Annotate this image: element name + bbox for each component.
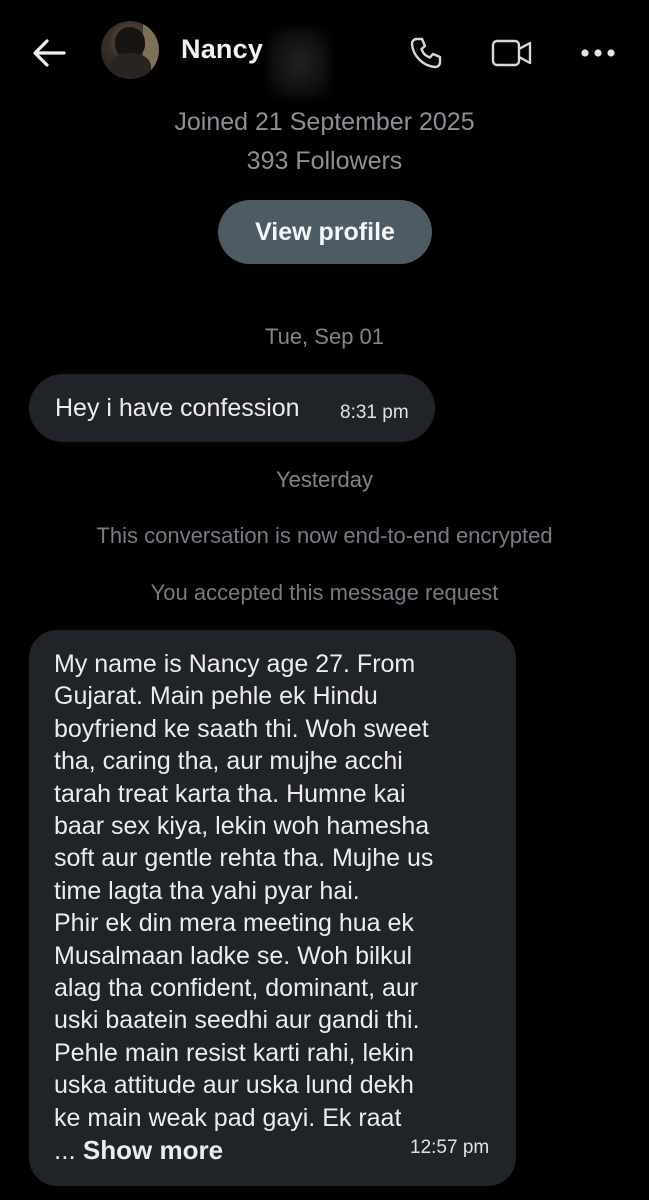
video-call-button[interactable] xyxy=(489,30,535,76)
encryption-notice: This conversation is now end-to-end encr… xyxy=(96,523,553,548)
call-button[interactable] xyxy=(403,30,449,76)
message-bubble[interactable]: My name is Nancy age 27. From Gujarat. M… xyxy=(29,630,516,1186)
avatar[interactable] xyxy=(101,21,159,79)
dm-conversation-screen: Nancy Joined 21 September 2025 393 Follo… xyxy=(0,0,649,1200)
followers-count: 393 Followers xyxy=(246,147,403,175)
contact-name[interactable]: Nancy xyxy=(181,34,263,65)
show-more-link[interactable]: ... Show more xyxy=(54,1135,223,1166)
date-divider: Yesterday xyxy=(275,467,374,492)
avatar-figure xyxy=(109,53,151,79)
redaction-blur xyxy=(268,28,330,98)
message-text: Hey i have confession xyxy=(55,394,300,422)
request-accepted-notice: You accepted this message request xyxy=(150,580,499,605)
more-options-button[interactable] xyxy=(575,30,621,76)
date-divider: Tue, Sep 01 xyxy=(264,324,385,349)
ellipsis: ... xyxy=(54,1135,83,1165)
view-profile-button[interactable]: View profile xyxy=(218,200,432,264)
video-camera-icon xyxy=(491,39,532,67)
joined-date: Joined 21 September 2025 xyxy=(174,108,475,136)
back-button[interactable] xyxy=(26,30,72,76)
conversation-header: Nancy xyxy=(0,0,649,104)
arrow-left-icon xyxy=(33,39,66,67)
show-more-label: Show more xyxy=(82,1135,224,1165)
message-text: My name is Nancy age 27. From Gujarat. M… xyxy=(54,650,434,1132)
message-bubble[interactable]: Hey i have confession 8:31 pm xyxy=(29,374,435,442)
message-timestamp: 12:57 pm xyxy=(410,1137,490,1158)
phone-icon xyxy=(410,37,442,69)
message-timestamp: 8:31 pm xyxy=(340,402,409,423)
more-horizontal-icon xyxy=(581,49,615,57)
